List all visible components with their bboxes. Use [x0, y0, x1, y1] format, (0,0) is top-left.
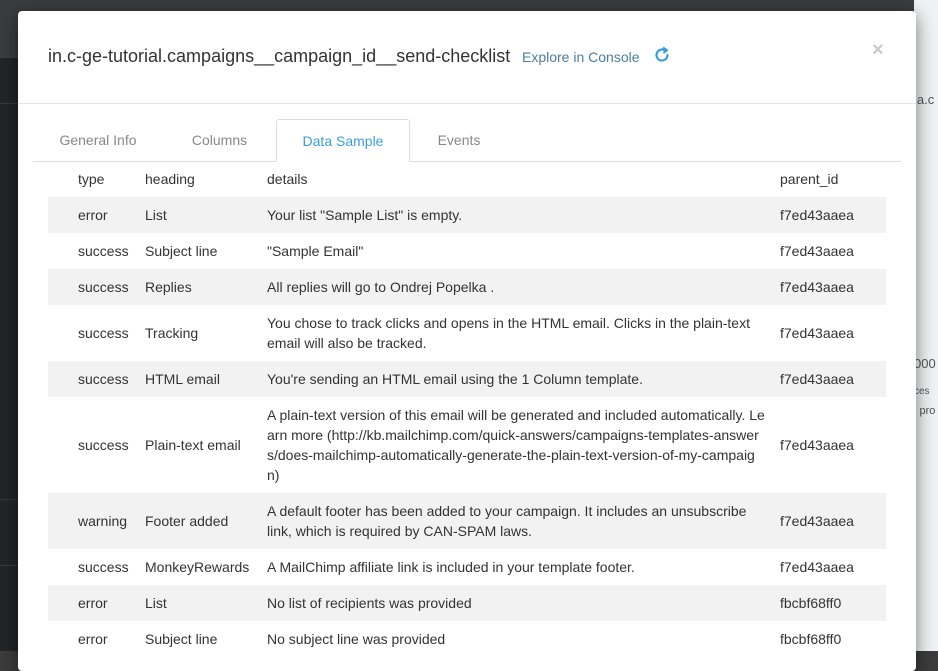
heading-cell: Replies: [145, 279, 192, 295]
heading-cell: Tracking: [145, 325, 199, 341]
type-cell: error: [78, 631, 108, 647]
type-cell: success: [78, 325, 129, 341]
parent-id-cell: f7ed43aaea: [780, 279, 854, 295]
tab-events[interactable]: Events: [409, 119, 509, 160]
parent-id-cell: f7ed43aaea: [780, 325, 854, 341]
modal-title: in.c-ge-tutorial.campaigns__campaign_id_…: [48, 46, 511, 66]
background-right-panel: la.c 000 ces l pro: [914, 0, 938, 651]
parent-id-cell: f7ed43aaea: [780, 437, 854, 453]
column-header: type: [78, 171, 105, 187]
details-cell: All replies will go to Ondrej Popelka .: [267, 279, 495, 295]
details-cell: "Sample Email": [267, 243, 364, 259]
table-row: error List Your list "Sample List" is em…: [48, 197, 886, 233]
background-divider: [0, 499, 18, 500]
heading-cell: Subject line: [145, 631, 218, 647]
table-row: success Plain-text email A plain-text ve…: [48, 397, 886, 493]
table-row: success Tracking You chose to track clic…: [48, 305, 886, 361]
details-cell: A default footer has been added to your …: [267, 503, 747, 539]
table-row: success Replies All replies will go to O…: [48, 269, 886, 305]
table-detail-modal: in.c-ge-tutorial.campaigns__campaign_id_…: [18, 11, 916, 671]
heading-cell: List: [145, 207, 167, 223]
column-header: details: [267, 171, 308, 187]
heading-cell: Footer added: [145, 513, 229, 529]
details-cell: You're sending an HTML email using the 1…: [267, 371, 643, 387]
modal-header: in.c-ge-tutorial.campaigns__campaign_id_…: [18, 11, 916, 104]
explore-in-console-link[interactable]: Explore in Console: [522, 49, 640, 65]
type-cell: success: [78, 279, 129, 295]
background-left-strip: [0, 58, 18, 651]
type-cell: success: [78, 371, 129, 387]
details-cell: A MailChimp affiliate link is included i…: [267, 559, 635, 575]
background-text: l pro: [914, 405, 936, 417]
tab-columns[interactable]: Columns: [163, 119, 276, 160]
details-cell: No list of recipients was provided: [267, 595, 472, 611]
parent-id-cell: fbcbf68ff0: [780, 631, 842, 647]
heading-cell: List: [145, 595, 167, 611]
table-row: success Subject line "Sample Email" f7ed…: [48, 233, 886, 269]
column-header: parent_id: [780, 171, 839, 187]
type-cell: success: [78, 243, 129, 259]
parent-id-cell: f7ed43aaea: [780, 371, 854, 387]
details-cell: A plain-text version of this email will …: [267, 407, 765, 483]
type-cell: error: [78, 207, 108, 223]
refresh-icon[interactable]: [652, 45, 672, 65]
table-row: error Subject line No subject line was p…: [48, 621, 886, 651]
modal-tabs: General Info Columns Data Sample Events: [33, 119, 901, 162]
tab-general-info[interactable]: General Info: [33, 119, 163, 160]
details-cell: You chose to track clicks and opens in t…: [267, 315, 750, 351]
type-cell: success: [78, 437, 129, 453]
type-cell: warning: [78, 513, 128, 529]
parent-id-cell: f7ed43aaea: [780, 207, 854, 223]
background-text: 000: [914, 356, 936, 371]
parent-id-cell: f7ed43aaea: [780, 243, 854, 259]
background-text: la.c: [914, 92, 935, 107]
table-row: warning Footer added A default footer ha…: [48, 493, 886, 549]
close-icon[interactable]: ×: [872, 39, 884, 62]
parent-id-cell: fbcbf68ff0: [780, 595, 842, 611]
details-cell: Your list "Sample List" is empty.: [267, 207, 463, 223]
heading-cell: Subject line: [145, 243, 218, 259]
heading-cell: HTML email: [145, 371, 220, 387]
table-header-row: type heading details parent_id: [48, 161, 886, 197]
type-cell: error: [78, 595, 108, 611]
heading-cell: MonkeyRewards: [145, 559, 250, 575]
type-cell: success: [78, 559, 129, 575]
heading-cell: Plain-text email: [145, 437, 241, 453]
parent-id-cell: f7ed43aaea: [780, 559, 854, 575]
table-row: success MonkeyRewards A MailChimp affili…: [48, 549, 886, 585]
parent-id-cell: f7ed43aaea: [780, 513, 854, 529]
column-header: heading: [145, 171, 195, 187]
background-text: ces: [914, 386, 930, 397]
table-row: success HTML email You're sending an HTM…: [48, 361, 886, 397]
details-cell: No subject line was provided: [267, 631, 446, 647]
background-divider: [0, 565, 18, 566]
background-divider: [0, 103, 18, 104]
tab-data-sample[interactable]: Data Sample: [276, 119, 410, 162]
table-row: error List No list of recipients was pro…: [48, 585, 886, 621]
